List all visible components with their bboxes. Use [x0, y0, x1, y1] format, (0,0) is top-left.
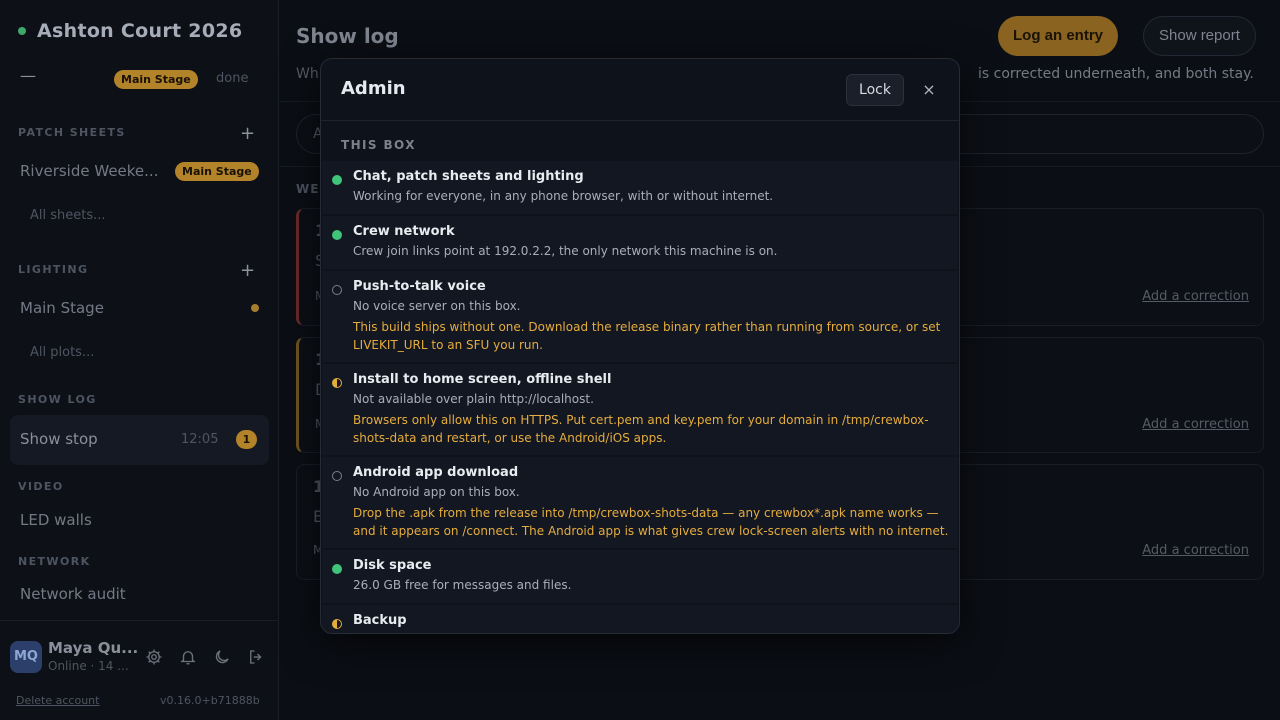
close-icon[interactable]: ×	[917, 76, 941, 104]
section-patch-sheets: PATCH SHEETS	[18, 126, 126, 139]
row-warning: Drop the .apk from the release into /tmp…	[353, 506, 949, 538]
row-title: Backup	[353, 613, 407, 628]
row-title: Push-to-talk voice	[353, 279, 486, 294]
dialog-body[interactable]: THIS BOX Chat, patch sheets and lighting…	[321, 122, 959, 633]
all-sheets-link[interactable]: All sheets...	[30, 208, 106, 223]
row-title: Crew network	[353, 224, 455, 239]
sidebar-item-show-stop[interactable]: Show stop 12:05 1	[10, 415, 269, 465]
divider	[0, 620, 279, 621]
done-label[interactable]: done	[216, 71, 248, 86]
intro-text: Wh	[296, 66, 319, 82]
status-ok-icon	[332, 564, 342, 574]
status-partial-icon	[332, 378, 342, 388]
week-label: WE	[296, 182, 320, 196]
gear-icon[interactable]	[145, 648, 163, 666]
unread-dot	[251, 304, 259, 312]
row-title: Chat, patch sheets and lighting	[353, 169, 584, 184]
row-title: Android app download	[353, 465, 519, 480]
status-row-disk-space: Disk space 26.0 GB free for messages and…	[322, 550, 958, 603]
all-plots-link[interactable]: All plots...	[30, 345, 94, 360]
collapse-dash[interactable]: —	[20, 66, 36, 85]
row-warning: This build ships without one. Download t…	[353, 320, 941, 352]
section-network: NETWORK	[18, 555, 91, 568]
add-correction-link[interactable]: Add a correction	[1142, 543, 1249, 558]
row-description: Working for everyone, in any phone brows…	[353, 189, 774, 203]
sidebar-item-network-audit[interactable]: Network audit	[20, 585, 126, 603]
project-header[interactable]: Ashton Court 2026	[18, 20, 242, 42]
row-title: Disk space	[353, 558, 432, 573]
page-title: Show log	[296, 24, 399, 48]
online-status-dot	[18, 27, 26, 35]
row-description: 26.0 GB free for messages and files.	[353, 578, 572, 592]
bell-icon[interactable]	[179, 648, 197, 666]
moon-icon[interactable]	[213, 648, 231, 666]
section-lighting: LIGHTING	[18, 263, 89, 276]
version-label: v0.16.0+b71888b	[160, 694, 260, 707]
avatar[interactable]: MQ	[10, 641, 42, 673]
row-description: No voice server on this box.	[353, 299, 521, 313]
show-stop-badge: 1	[236, 430, 257, 449]
show-report-button[interactable]: Show report	[1143, 16, 1256, 56]
add-patch-sheet-button[interactable]: +	[240, 123, 255, 144]
admin-dialog: Admin Lock × THIS BOX Chat, patch sheets…	[320, 58, 960, 634]
section-show-log: SHOW LOG	[18, 393, 97, 406]
status-ok-icon	[332, 175, 342, 185]
sidebar-item-riverside[interactable]: Riverside Weeke...	[20, 162, 158, 180]
log-entry-button[interactable]: Log an entry	[998, 16, 1119, 56]
row-description: No Android app on this box.	[353, 485, 520, 499]
add-correction-link[interactable]: Add a correction	[1142, 417, 1249, 432]
delete-account-link[interactable]: Delete account	[16, 694, 99, 707]
status-row-backup: Backup	[322, 605, 958, 633]
user-name: Maya Qu...	[48, 639, 139, 657]
row-warning: Browsers only allow this on HTTPS. Put c…	[353, 413, 929, 445]
status-partial-icon	[332, 619, 342, 629]
sidebar: Ashton Court 2026 — Main Stage done PATC…	[0, 0, 279, 720]
status-row-crew-network: Crew network Crew join links point at 19…	[322, 216, 958, 269]
dialog-header: Admin Lock ×	[321, 59, 959, 121]
row-description: Crew join links point at 192.0.2.2, the …	[353, 244, 778, 258]
add-correction-link[interactable]: Add a correction	[1142, 289, 1249, 304]
row-description: Not available over plain http://localhos…	[353, 392, 594, 406]
status-row-android: Android app download No Android app on t…	[322, 457, 958, 548]
row-title: Install to home screen, offline shell	[353, 372, 612, 387]
sidebar-item-main-stage[interactable]: Main Stage	[20, 299, 104, 317]
user-status: Online · 14 ...	[48, 659, 129, 673]
add-lighting-button[interactable]: +	[240, 260, 255, 281]
sheet-stage-pill: Main Stage	[175, 162, 259, 181]
logout-icon[interactable]	[247, 648, 265, 666]
section-this-box: THIS BOX	[341, 138, 416, 152]
status-off-icon	[332, 471, 342, 481]
dialog-title: Admin	[341, 78, 406, 99]
show-stop-label: Show stop	[20, 430, 98, 448]
stage-pill[interactable]: Main Stage	[114, 70, 198, 89]
status-ok-icon	[332, 230, 342, 240]
section-video: VIDEO	[18, 480, 64, 493]
status-row-install: Install to home screen, offline shell No…	[322, 364, 958, 455]
show-stop-time: 12:05	[181, 432, 219, 447]
intro-text-tail: is corrected underneath, and both stay.	[978, 66, 1254, 82]
sidebar-item-led-walls[interactable]: LED walls	[20, 511, 92, 529]
status-row-push-to-talk: Push-to-talk voice No voice server on th…	[322, 271, 958, 362]
lock-button[interactable]: Lock	[846, 74, 904, 106]
project-title: Ashton Court 2026	[37, 20, 243, 42]
status-row-chat: Chat, patch sheets and lighting Working …	[322, 161, 958, 214]
status-off-icon	[332, 285, 342, 295]
